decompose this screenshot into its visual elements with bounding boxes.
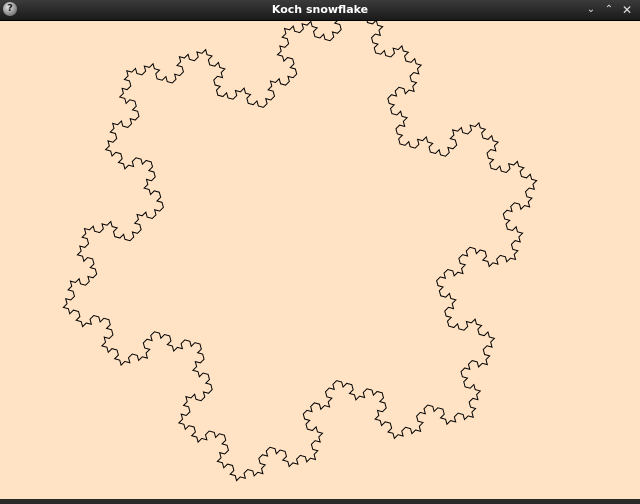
window-title: Koch snowflake: [271, 3, 369, 16]
koch-snowflake-curve: [62, 21, 538, 482]
title-bar[interactable]: ? Koch snowflake ⌄ ⌃ ✕: [0, 0, 640, 21]
drawing-canvas: [0, 21, 640, 499]
koch-snowflake-drawing: [62, 21, 538, 482]
app-window: ? Koch snowflake ⌄ ⌃ ✕: [0, 0, 640, 504]
minimize-button[interactable]: ⌄: [583, 2, 599, 18]
close-button[interactable]: ✕: [619, 2, 635, 18]
window-bottom-border: [0, 499, 640, 504]
maximize-button[interactable]: ⌃: [601, 2, 617, 18]
